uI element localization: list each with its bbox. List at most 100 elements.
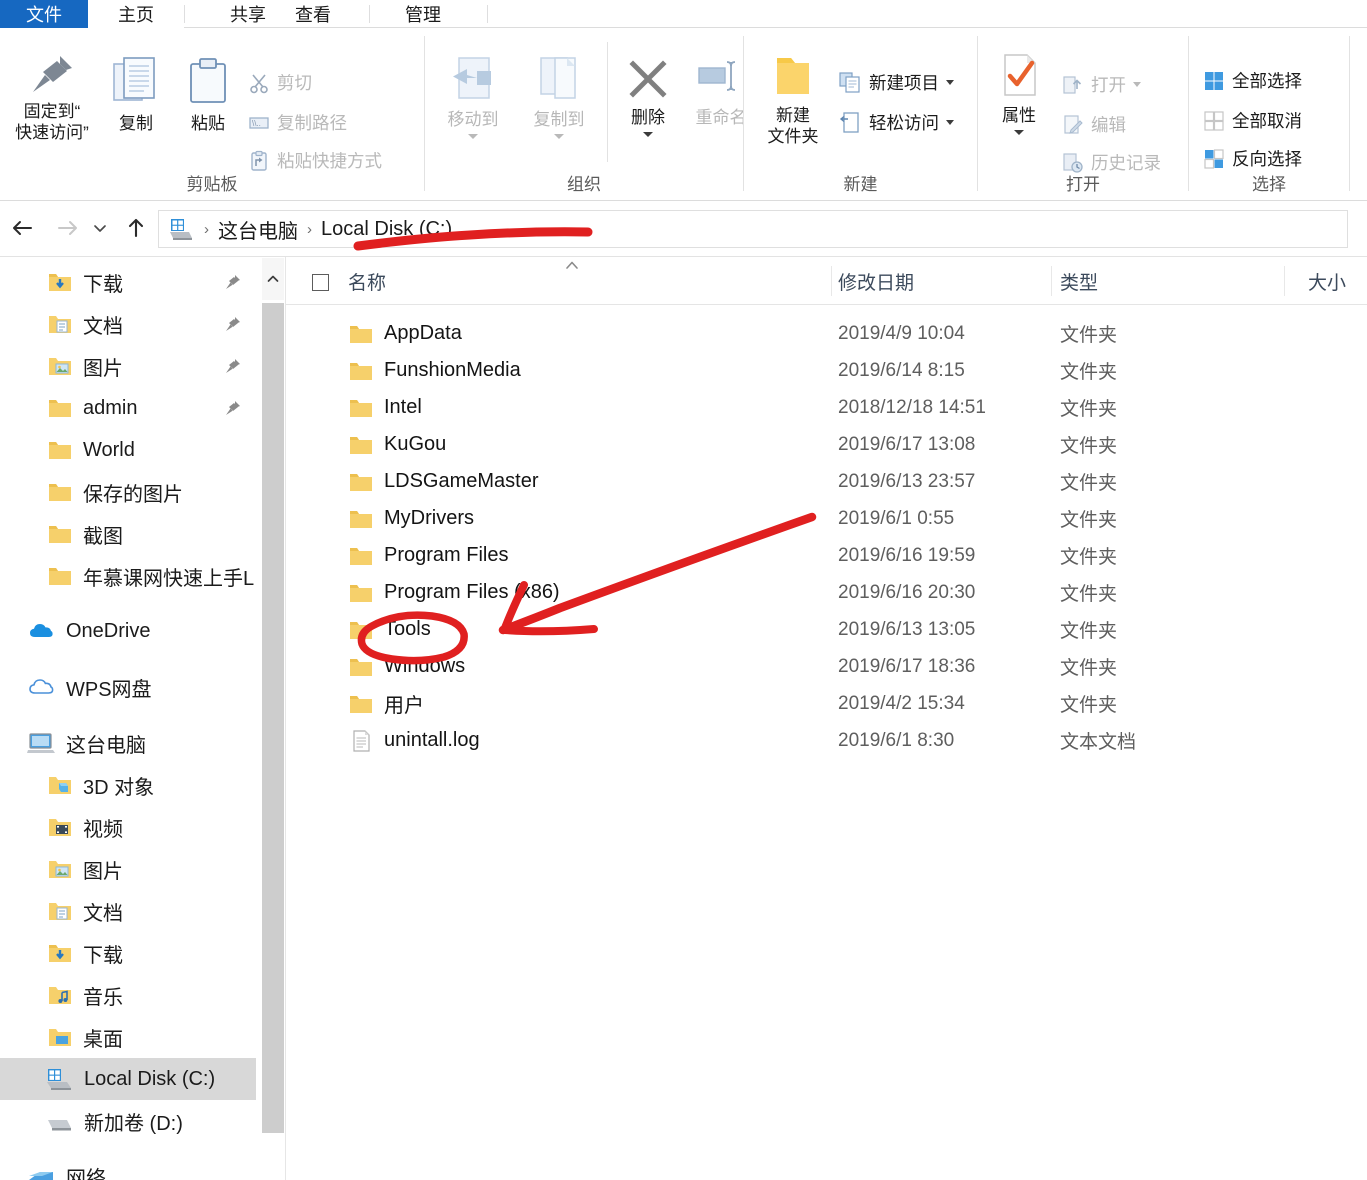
table-row[interactable]: Program Files 2019/6/16 19:59 文件夹 [286, 537, 1367, 574]
move-to-button[interactable]: 移动到 [435, 54, 511, 139]
file-name: Windows [384, 655, 466, 677]
column-divider[interactable] [831, 266, 832, 296]
chevron-down-icon[interactable] [468, 133, 478, 139]
invert-selection-button[interactable]: 反向选择 [1203, 146, 1302, 171]
pin-icon[interactable] [224, 273, 242, 291]
sidebar-item-label: WPS网盘 [66, 678, 152, 701]
edit-button[interactable]: 编辑 [1062, 112, 1126, 137]
breadcrumb-item-this-pc[interactable]: 这台电脑 [218, 215, 298, 244]
select-all-button[interactable]: 全部选择 [1203, 68, 1302, 93]
column-header-type[interactable]: 类型 [1060, 257, 1098, 305]
delete-button[interactable]: 删除 [617, 54, 679, 137]
table-row[interactable]: LDSGameMaster 2019/6/13 23:57 文件夹 [286, 463, 1367, 500]
scissors-icon [248, 72, 270, 94]
sidebar-item-world[interactable]: World [0, 429, 256, 471]
ribbon-group-divider [1349, 36, 1350, 191]
sidebar-item-local-disk-c[interactable]: Local Disk (C:) [0, 1058, 256, 1100]
text-file-icon [348, 729, 374, 753]
sidebar-item-documents-quick[interactable]: 文档 [0, 303, 256, 345]
paste-button[interactable]: 粘贴 [176, 54, 240, 135]
breadcrumb-item-local-disk[interactable]: Local Disk (C:) [321, 218, 452, 241]
table-row[interactable]: unintall.log 2019/6/1 8:30 文本文档 [286, 722, 1367, 759]
select-all-checkbox[interactable] [312, 274, 329, 291]
paste-shortcut-icon [248, 150, 270, 172]
back-button[interactable] [6, 212, 38, 244]
table-row[interactable]: 用户 2019/4/2 15:34 文件夹 [286, 685, 1367, 722]
chevron-down-icon[interactable] [1133, 82, 1141, 87]
sidebar-item-documents[interactable]: 文档 [0, 890, 256, 932]
easy-access-label: 轻松访问 [869, 113, 939, 133]
open-button[interactable]: 打开 [1062, 72, 1141, 97]
new-item-icon [838, 71, 862, 95]
sidebar-scroll-up-button[interactable] [262, 258, 284, 300]
column-divider[interactable] [1051, 266, 1052, 296]
copy-button[interactable]: 复制 [104, 54, 168, 135]
sidebar-item-screenshots[interactable]: 截图 [0, 513, 256, 555]
properties-button[interactable]: 属性 [986, 50, 1052, 135]
select-none-button[interactable]: 全部取消 [1203, 108, 1302, 133]
pin-to-quick-access-button[interactable]: 固定到“ 快速访问” [6, 50, 98, 143]
folder-icon [348, 507, 374, 531]
recent-locations-button[interactable] [88, 212, 112, 244]
folder-pictures-icon [47, 857, 73, 881]
table-row[interactable]: FunshionMedia 2019/6/14 8:15 文件夹 [286, 352, 1367, 389]
sidebar-item-downloads[interactable]: 下载 [0, 932, 256, 974]
move-to-icon [445, 54, 501, 106]
table-row[interactable]: MyDrivers 2019/6/1 0:55 文件夹 [286, 500, 1367, 537]
sidebar-item-music[interactable]: 音乐 [0, 974, 256, 1016]
pin-icon[interactable] [224, 399, 242, 417]
up-one-level-button[interactable] [120, 212, 152, 244]
cut-button[interactable]: 剪切 [248, 70, 312, 95]
sidebar-item-pictures-quick[interactable]: 图片 [0, 345, 256, 387]
sidebar-item-videos[interactable]: 视频 [0, 806, 256, 848]
table-row[interactable]: Tools 2019/6/13 13:05 文件夹 [286, 611, 1367, 648]
sidebar-item-pictures[interactable]: 图片 [0, 848, 256, 890]
table-row[interactable]: Intel 2018/12/18 14:51 文件夹 [286, 389, 1367, 426]
sidebar-item-onedrive[interactable]: OneDrive [0, 610, 256, 652]
sidebar-item-saved-pictures[interactable]: 保存的图片 [0, 471, 256, 513]
sidebar-item-new-volume-d[interactable]: 新加卷 (D:) [0, 1100, 256, 1142]
select-all-icon [1203, 70, 1225, 92]
pin-icon[interactable] [224, 315, 242, 333]
chevron-down-icon[interactable] [946, 120, 954, 125]
chevron-down-icon[interactable] [554, 133, 564, 139]
tab-file[interactable]: 文件 [0, 0, 88, 28]
tab-manage[interactable]: 管理 [368, 0, 478, 28]
sidebar-item-imooc-course[interactable]: 年慕课网快速上手L [0, 555, 256, 597]
sidebar-item-wps-cloud[interactable]: WPS网盘 [0, 666, 256, 708]
copy-path-button[interactable]: \\.. 复制路径 [248, 110, 347, 135]
table-row[interactable]: AppData 2019/4/9 10:04 文件夹 [286, 315, 1367, 352]
sidebar-item-this-pc[interactable]: 这台电脑 [0, 722, 256, 764]
move-to-label: 移动到 [447, 110, 499, 129]
table-row[interactable]: KuGou 2019/6/17 13:08 文件夹 [286, 426, 1367, 463]
sidebar-item-desktop[interactable]: 桌面 [0, 1016, 256, 1058]
sidebar-item-network[interactable]: 网络 [0, 1155, 256, 1180]
sidebar-item-3d-objects[interactable]: 3D 对象 [0, 764, 256, 806]
ribbon-group-select: 全部选择 全部取消 反向选择 选择 [1189, 28, 1349, 201]
column-header-name[interactable]: 名称 [348, 257, 386, 305]
sidebar-item-downloads-quick[interactable]: 下载 [0, 261, 256, 303]
group-label-organize: 组织 [567, 175, 601, 194]
hard-drive-icon [167, 216, 195, 242]
breadcrumb-separator: › [307, 220, 312, 238]
sidebar-item-admin[interactable]: admin [0, 387, 256, 429]
tab-home[interactable]: 主页 [88, 0, 184, 28]
file-date: 2019/6/17 18:36 [838, 655, 976, 677]
table-row[interactable]: Windows 2019/6/17 18:36 文件夹 [286, 648, 1367, 685]
sidebar-scrollbar-thumb[interactable] [262, 303, 284, 1133]
chevron-down-icon[interactable] [1014, 129, 1024, 135]
chevron-down-icon[interactable] [643, 131, 653, 137]
new-folder-button[interactable]: 新建 文件夹 [754, 50, 832, 147]
new-item-button[interactable]: 新建项目 [838, 70, 954, 95]
pin-icon[interactable] [224, 357, 242, 375]
column-divider[interactable] [1284, 266, 1285, 296]
column-header-size[interactable]: 大小 [1308, 257, 1346, 305]
table-row[interactable]: Program Files (x86) 2019/6/16 20:30 文件夹 [286, 574, 1367, 611]
folder-icon [348, 470, 374, 494]
tab-view[interactable]: 查看 [258, 0, 368, 28]
copy-to-button[interactable]: 复制到 [521, 54, 597, 139]
easy-access-button[interactable]: 轻松访问 [838, 110, 954, 135]
breadcrumb[interactable]: › 这台电脑 › Local Disk (C:) [158, 210, 1348, 248]
chevron-down-icon[interactable] [946, 80, 954, 85]
column-header-date-modified[interactable]: 修改日期 [838, 257, 914, 305]
